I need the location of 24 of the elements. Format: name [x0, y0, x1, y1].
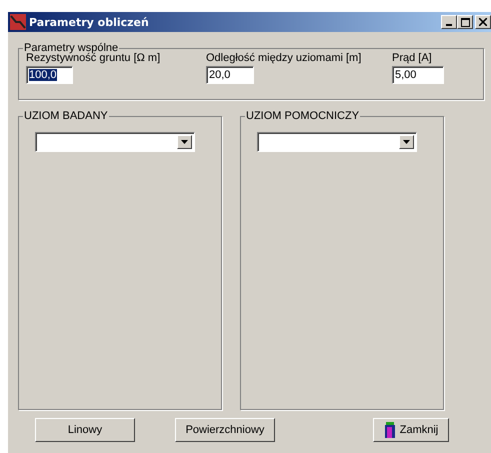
close-dialog-button[interactable]: Zamknij [373, 418, 449, 442]
action-button[interactable]: Powierzchniowy [175, 418, 275, 442]
input-field[interactable]: 100,0 [26, 66, 73, 84]
field-label: Rezystywność gruntu [Ω m] [26, 52, 162, 64]
input-field[interactable]: 5,00 [392, 66, 444, 84]
door-icon [384, 422, 396, 438]
dropdown[interactable] [257, 132, 417, 152]
field-label: Odległość między uziomami [m] [206, 52, 362, 64]
group-title: Parametry wspólne [23, 42, 118, 54]
input-field[interactable]: 20,0 [206, 66, 254, 84]
dropdown-arrow-icon [181, 140, 188, 144]
maximize-button[interactable] [457, 15, 473, 29]
app-icon [10, 14, 26, 30]
maximize-icon [460, 18, 470, 26]
window-title: Parametry obliczeń [29, 16, 149, 28]
dropdown[interactable] [35, 132, 195, 152]
action-button[interactable]: Linowy [35, 418, 135, 442]
field-label: Prąd [A] [392, 52, 433, 64]
group-title: UZIOM POMOCNICZY [245, 110, 360, 122]
dropdown-arrow-icon [403, 140, 410, 144]
group-title: UZIOM BADANY [23, 110, 109, 122]
close-button[interactable] [475, 15, 491, 29]
close-icon [479, 18, 487, 26]
minimize-button[interactable] [441, 15, 457, 29]
